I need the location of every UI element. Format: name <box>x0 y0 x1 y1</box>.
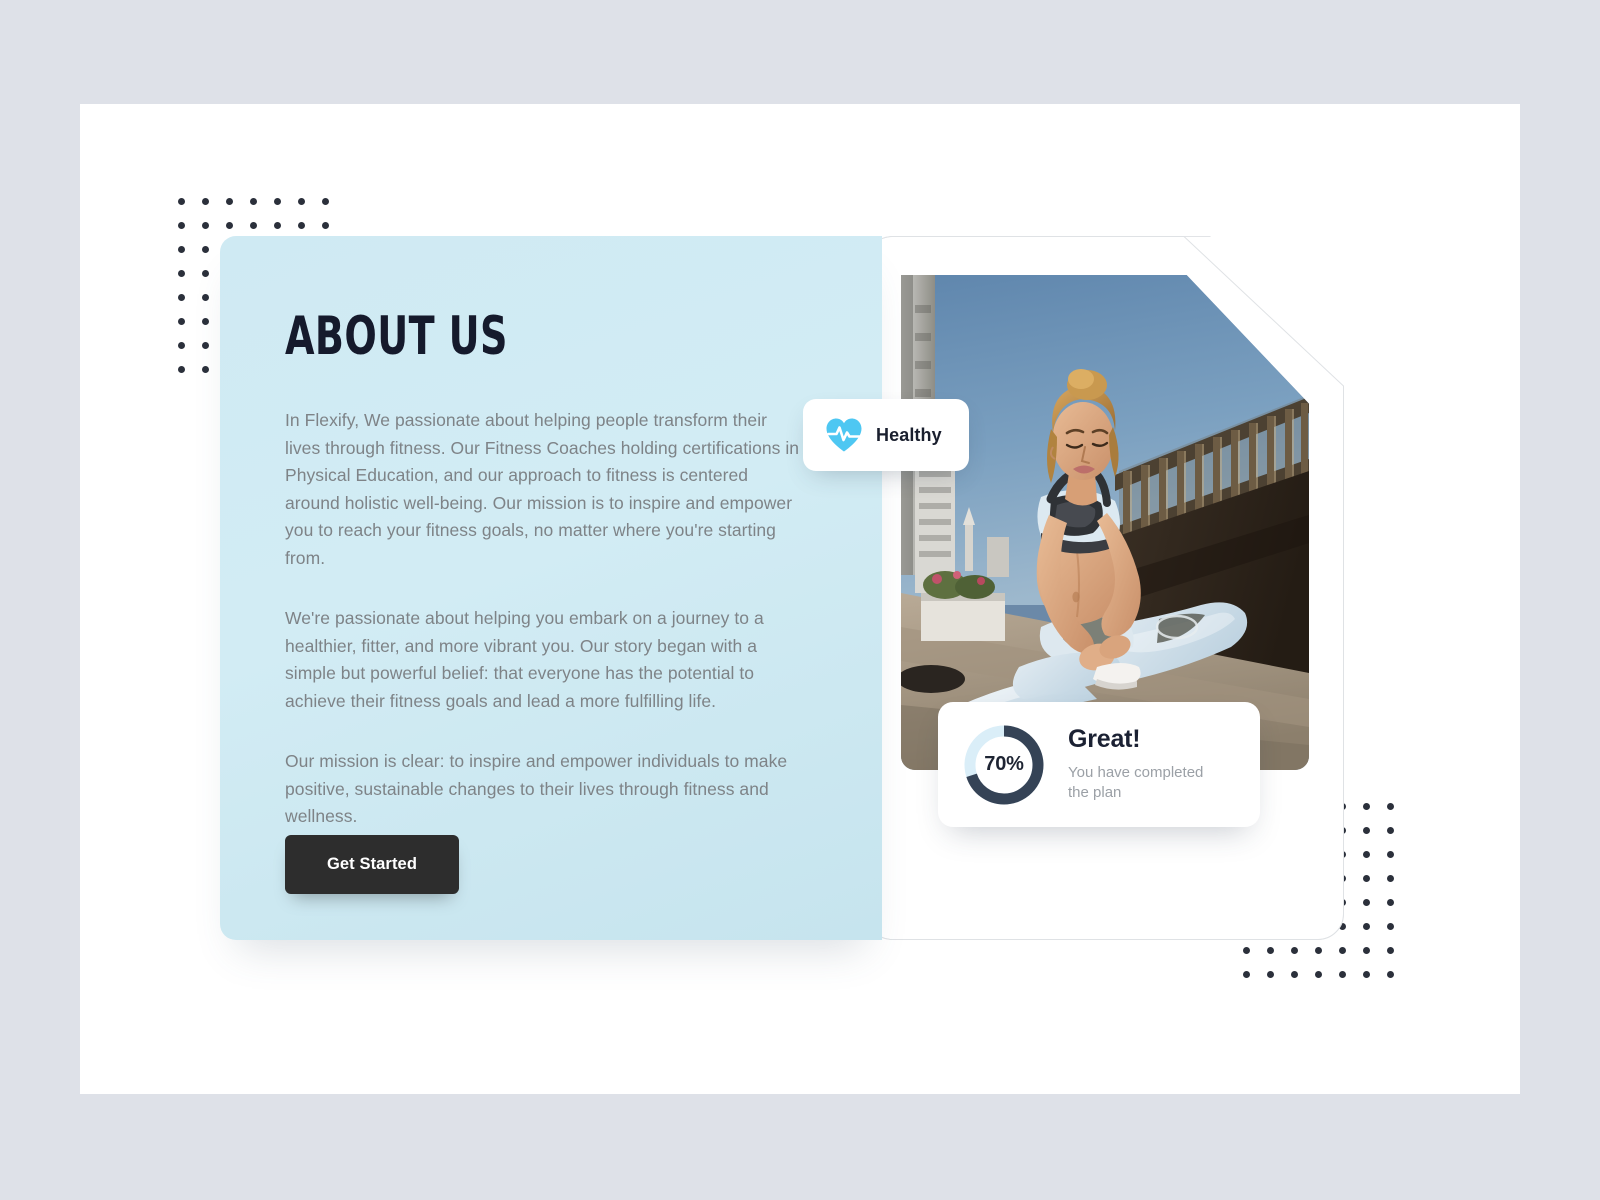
fitness-photo <box>901 275 1309 770</box>
page-title: ABOUT US <box>285 306 508 367</box>
progress-card-subtitle: You have completed the plan <box>1068 763 1204 801</box>
decorative-dot <box>1291 947 1298 954</box>
about-paragraph-1: In Flexify, We passionate about helping … <box>285 410 800 568</box>
decorative-dot <box>1387 827 1394 834</box>
decorative-dot <box>322 198 329 205</box>
decorative-dot <box>1363 923 1370 930</box>
decorative-dot <box>1387 947 1394 954</box>
progress-card-title: Great! <box>1068 724 1141 753</box>
decorative-dot <box>178 366 185 373</box>
decorative-dot <box>322 222 329 229</box>
decorative-dot <box>1315 971 1322 978</box>
decorative-dot <box>178 270 185 277</box>
decorative-dot <box>202 342 209 349</box>
decorative-dot <box>202 198 209 205</box>
decorative-dot <box>202 366 209 373</box>
decorative-dot <box>202 222 209 229</box>
heart-pulse-icon <box>826 418 862 452</box>
progress-card-text: Great! You have completed the plan <box>1068 724 1228 803</box>
decorative-dot <box>1339 971 1346 978</box>
decorative-dot <box>178 198 185 205</box>
decorative-dot <box>1315 947 1322 954</box>
decorative-dot <box>250 222 257 229</box>
fitness-photo-image <box>901 275 1309 770</box>
decorative-dot <box>1387 923 1394 930</box>
decorative-dot <box>274 198 281 205</box>
decorative-dot <box>1363 827 1370 834</box>
screenshot-root: ABOUT US In Flexify, We passionate about… <box>0 0 1600 1200</box>
decorative-dot <box>178 342 185 349</box>
decorative-dot <box>202 294 209 301</box>
decorative-dot <box>274 222 281 229</box>
decorative-dot <box>178 318 185 325</box>
about-content: ABOUT US In Flexify, We passionate about… <box>285 310 815 831</box>
decorative-dot <box>1387 851 1394 858</box>
decorative-dot <box>1363 947 1370 954</box>
decorative-dot <box>1243 971 1250 978</box>
decorative-dot <box>1291 971 1298 978</box>
decorative-dot <box>1243 947 1250 954</box>
progress-card: 70% Great! You have completed the plan <box>938 702 1260 827</box>
decorative-dot <box>226 198 233 205</box>
decorative-dot <box>298 222 305 229</box>
decorative-dot <box>202 318 209 325</box>
healthy-badge[interactable]: Healthy <box>803 399 969 471</box>
progress-percent-label: 70% <box>984 753 1024 775</box>
decorative-dot <box>1387 971 1394 978</box>
decorative-dot <box>1363 971 1370 978</box>
decorative-dot <box>226 222 233 229</box>
decorative-dot <box>1363 851 1370 858</box>
decorative-dot <box>298 198 305 205</box>
decorative-dot <box>1387 875 1394 882</box>
decorative-dot <box>1363 803 1370 810</box>
decorative-dot <box>178 222 185 229</box>
decorative-dot <box>1363 899 1370 906</box>
decorative-dot <box>1267 947 1274 954</box>
decorative-dot <box>1363 875 1370 882</box>
decorative-dot <box>1387 803 1394 810</box>
decorative-dot <box>1339 947 1346 954</box>
decorative-dot <box>202 246 209 253</box>
decorative-dot <box>178 294 185 301</box>
decorative-dot <box>202 270 209 277</box>
get-started-button[interactable]: Get Started <box>285 835 459 894</box>
progress-donut-chart: 70% <box>960 721 1048 809</box>
decorative-dot <box>178 246 185 253</box>
healthy-badge-label: Healthy <box>876 424 942 445</box>
decorative-dot <box>250 198 257 205</box>
about-paragraph-2: We're passionate about helping you embar… <box>285 608 764 711</box>
decorative-dot <box>1387 899 1394 906</box>
about-paragraph-3: Our mission is clear: to inspire and emp… <box>285 751 788 826</box>
decorative-dot <box>1267 971 1274 978</box>
